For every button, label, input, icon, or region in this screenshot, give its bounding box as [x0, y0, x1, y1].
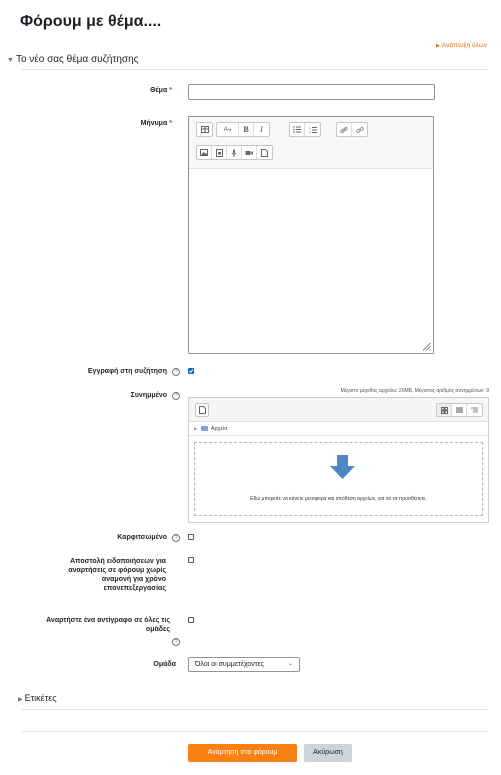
subject-label: Θέμα *: [150, 87, 172, 94]
editor-toolbar: Aᵃ▾ B I 12: [189, 117, 433, 169]
svg-text:2: 2: [309, 130, 311, 133]
font-size-icon[interactable]: Aᵃ▾: [217, 123, 239, 136]
post-copy-checkbox[interactable]: [188, 617, 194, 623]
footer-divider: [22, 731, 487, 732]
expand-all-link[interactable]: ▶ Ανάπτυξη όλων: [436, 42, 487, 49]
pinned-label: Καρφιτσωμένο?: [20, 534, 180, 542]
ordered-list-icon[interactable]: 12: [305, 123, 320, 136]
help-icon[interactable]: ?: [172, 392, 180, 400]
table-icon[interactable]: [197, 123, 212, 136]
video-icon[interactable]: [242, 146, 257, 159]
attachment-label: Συνημμένο?: [20, 392, 180, 400]
group-select[interactable]: Όλοι οι συμμετέχοντες ⌄: [188, 657, 300, 672]
media-icon[interactable]: [212, 146, 227, 159]
italic-icon[interactable]: I: [254, 123, 269, 136]
editor-group-lists: 12: [289, 122, 321, 137]
message-label: Μήνυμα *: [140, 120, 172, 127]
send-now-label: Αποστολή ειδοποιήσεων για αναρτήσεις σε …: [68, 558, 166, 592]
file-picker: ▶ Αρχεία Εδώ μπορείτε να κάνετε μεταφορά…: [188, 397, 489, 523]
editor-group-format: Aᵃ▾ B I: [216, 122, 270, 137]
max-file-info: Μέγιστο μέγεθος αρχείου: 20MB, Μέγιστος …: [340, 388, 489, 394]
list-view-icon[interactable]: [452, 404, 467, 416]
help-icon[interactable]: ?: [172, 638, 180, 646]
caret-down-icon: ▼: [7, 57, 14, 64]
cancel-button[interactable]: Ακύρωση: [304, 744, 352, 762]
check-icon: [188, 369, 194, 374]
pinned-checkbox[interactable]: [188, 534, 194, 540]
post-copy-label: Αναρτήστε ένα αντίγραφο σε όλες τις ομάδ…: [46, 617, 170, 633]
required-icon: *: [169, 87, 172, 94]
unlink-icon[interactable]: [352, 123, 367, 136]
link-icon[interactable]: [337, 123, 352, 136]
caret-right-icon: ▶: [18, 697, 23, 703]
add-file-button[interactable]: [195, 403, 209, 417]
subject-input[interactable]: [188, 84, 435, 100]
file-picker-path: ▶ Αρχεία: [189, 422, 488, 436]
help-icon[interactable]: ?: [172, 368, 180, 376]
caret-right-icon: ▶: [194, 426, 198, 431]
editor-group-links: [336, 122, 368, 137]
manage-files-icon[interactable]: [257, 146, 272, 159]
folder-icon: [200, 426, 208, 432]
tags-label: Ετικέτες: [24, 693, 57, 703]
file-picker-toolbar: [189, 398, 488, 422]
message-editor[interactable]: Aᵃ▾ B I 12: [188, 116, 434, 354]
editor-group-table: [196, 122, 213, 137]
chevron-down-icon: ⌄: [287, 661, 293, 667]
subscribe-label: Εγγραφή στη συζήτηση?: [20, 368, 180, 376]
drop-zone[interactable]: Εδώ μπορείτε να κάνετε μεταφορά και απόθ…: [194, 442, 483, 516]
help-icon[interactable]: ?: [172, 534, 180, 542]
image-icon[interactable]: [197, 146, 212, 159]
resize-handle-icon[interactable]: [422, 342, 431, 351]
tags-divider: [22, 709, 487, 710]
send-now-checkbox[interactable]: [188, 557, 194, 563]
add-file-icon: [198, 406, 206, 414]
download-arrow-icon: [330, 455, 355, 479]
unordered-list-icon[interactable]: [290, 123, 305, 136]
tags-section-header[interactable]: ▶ Ετικέτες: [18, 693, 57, 703]
section-header[interactable]: ▼ Το νέο σας θέμα συζήτησης: [7, 54, 138, 65]
subscribe-checkbox[interactable]: [188, 368, 194, 374]
microphone-icon[interactable]: [227, 146, 242, 159]
section-title: Το νέο σας θέμα συζήτησης: [15, 54, 139, 65]
folder-label[interactable]: Αρχεία: [211, 426, 228, 432]
required-icon: *: [169, 120, 172, 127]
caret-right-icon: ▶: [436, 43, 440, 49]
tree-view-icon[interactable]: [467, 404, 482, 416]
bold-icon[interactable]: B: [239, 123, 254, 136]
submit-button[interactable]: Ανάρτηση στο φόρουμ: [188, 744, 297, 762]
group-label: Ομάδα: [153, 661, 176, 668]
section-divider: [22, 69, 487, 70]
view-switcher: [436, 403, 483, 417]
drop-zone-text: Εδώ μπορείτε να κάνετε μεταφορά και απόθ…: [250, 496, 427, 502]
expand-all-label: Ανάπτυξη όλων: [441, 42, 487, 49]
page-title: Φόρουμ με θέμα....: [20, 13, 162, 30]
grid-view-icon[interactable]: [437, 404, 452, 416]
editor-group-media: [196, 145, 273, 160]
